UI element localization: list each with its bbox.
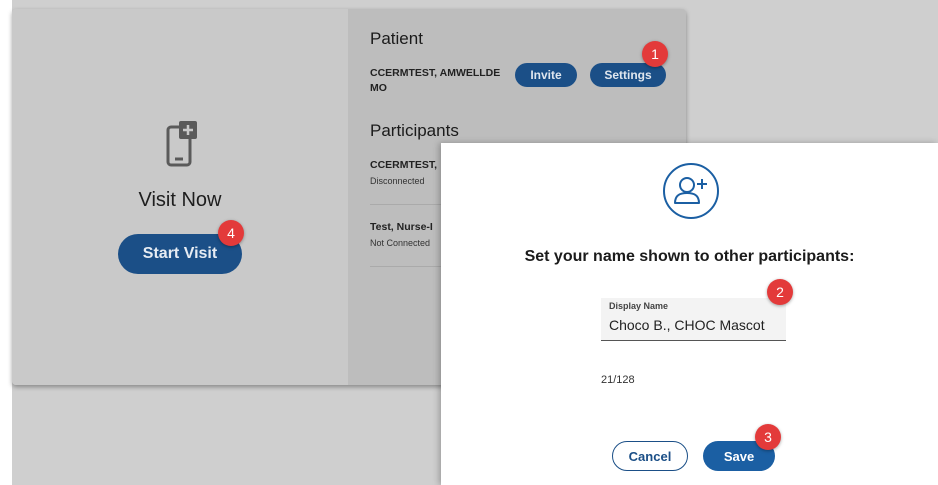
participants-section-title: Participants <box>370 121 459 140</box>
participant-name: CCERMTEST, <box>370 159 438 171</box>
invite-button[interactable]: Invite <box>515 63 577 87</box>
add-user-icon <box>663 163 719 219</box>
display-name-input[interactable] <box>609 315 779 335</box>
dialog-heading: Set your name shown to other participant… <box>524 248 855 265</box>
participant-status: Disconnected <box>370 176 425 186</box>
character-counter: 21/128 <box>601 374 635 386</box>
mobile-add-icon <box>166 121 197 167</box>
participant-name: Test, Nurse-I <box>370 221 433 233</box>
participant-status: Not Connected <box>370 238 431 248</box>
step-badge: 3 <box>755 424 781 450</box>
display-name-dialog: Set your name shown to other participant… <box>441 143 938 485</box>
step-badge: 1 <box>642 41 668 67</box>
cancel-button[interactable]: Cancel <box>612 441 688 471</box>
visit-now-title: Visit Now <box>138 189 222 211</box>
display-name-label: Display Name <box>609 301 669 311</box>
page-edge <box>0 0 12 485</box>
step-badge: 2 <box>767 279 793 305</box>
patient-name: CCERMTEST, AMWELLDE MO <box>370 67 501 94</box>
patient-section-title: Patient <box>370 29 423 48</box>
display-name-field: Display Name <box>601 298 786 341</box>
visit-panel: Visit Now Start Visit <box>12 9 348 385</box>
step-badge: 4 <box>218 220 244 246</box>
